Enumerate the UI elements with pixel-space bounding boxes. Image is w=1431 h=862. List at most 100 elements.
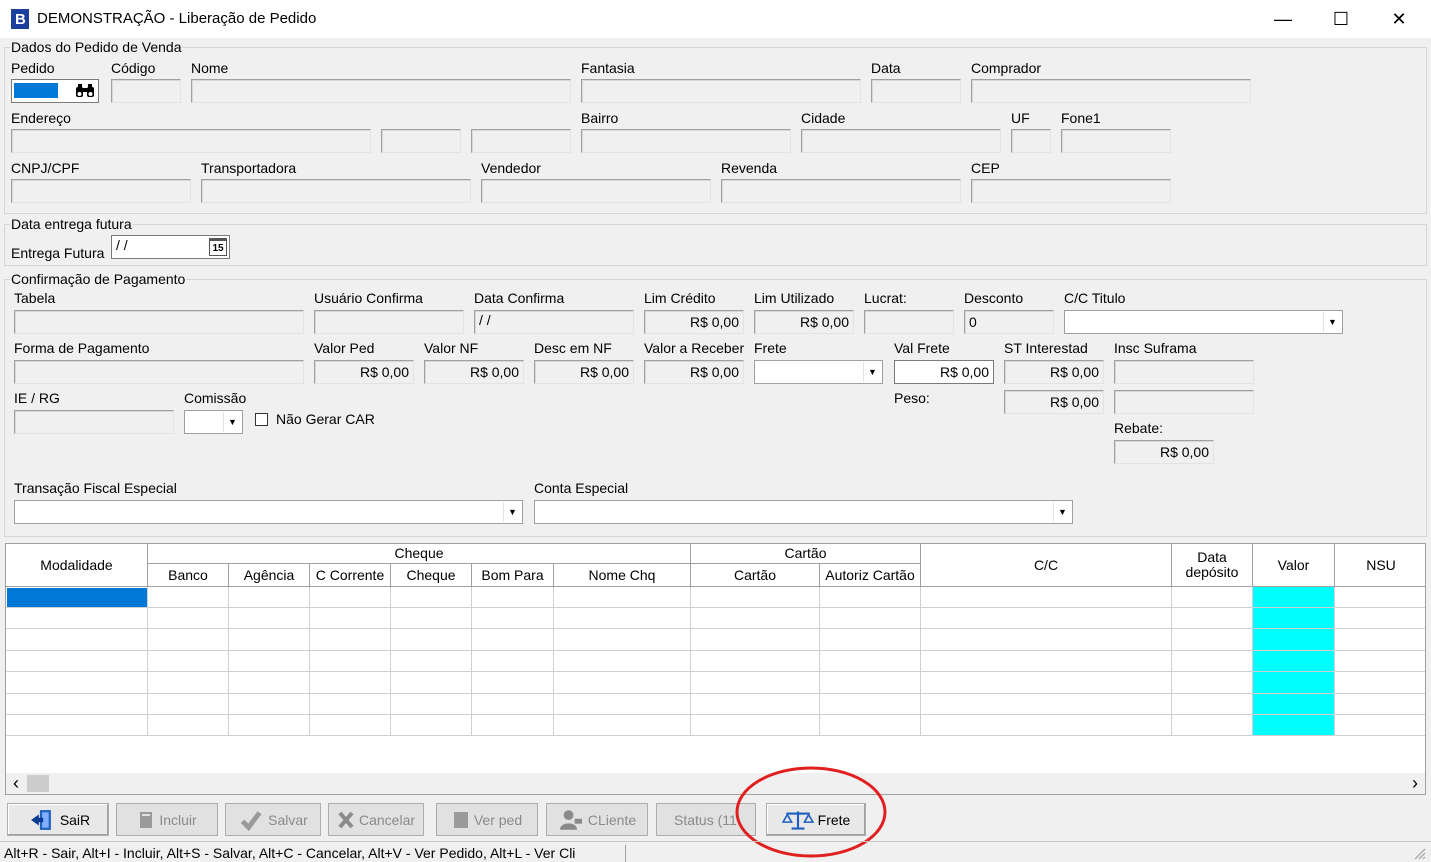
col-nsu[interactable]: NSU xyxy=(1335,544,1425,587)
fantasia-field[interactable] xyxy=(581,79,861,103)
conta-especial-label: Conta Especial xyxy=(534,480,629,496)
incluir-button[interactable]: Incluir xyxy=(116,803,218,836)
usuario-confirma-label: Usuário Confirma xyxy=(314,290,423,306)
sair-label: SaiR xyxy=(59,811,91,828)
maximize-button[interactable]: ☐ xyxy=(1312,0,1370,38)
desc-nf-label: Desc em NF xyxy=(534,340,612,356)
frete-button[interactable]: Frete xyxy=(766,803,866,836)
codigo-field[interactable] xyxy=(111,79,181,103)
pedido-field[interactable] xyxy=(11,79,99,103)
cc-titulo-label: C/C Titulo xyxy=(1064,290,1126,306)
chevron-down-icon[interactable]: ▼ xyxy=(223,412,241,432)
lim-credito-field[interactable]: R$ 0,00 xyxy=(644,310,744,334)
sair-button[interactable]: SaiR xyxy=(7,803,109,836)
cnpj-label: CNPJ/CPF xyxy=(11,160,80,176)
revenda-field[interactable] xyxy=(721,179,961,203)
chevron-down-icon[interactable]: ▼ xyxy=(503,502,521,522)
scroll-right-icon[interactable]: › xyxy=(1407,773,1423,794)
col-cc[interactable]: C/C xyxy=(921,544,1172,587)
valor-receber-field[interactable]: R$ 0,00 xyxy=(644,360,744,384)
new-document-icon xyxy=(140,811,153,828)
status-button[interactable]: Status (11 xyxy=(656,803,756,836)
selected-cell[interactable] xyxy=(7,588,147,607)
col-nome-chq[interactable]: Nome Chq xyxy=(554,564,691,587)
grid-col-line xyxy=(471,587,472,736)
peso-field[interactable]: R$ 0,00 xyxy=(1004,390,1104,414)
transportadora-field[interactable] xyxy=(201,179,471,203)
grid-col-line xyxy=(390,587,391,736)
lim-utilizado-label: Lim Utilizado xyxy=(754,290,835,306)
transacao-select[interactable]: ▼ xyxy=(14,500,523,524)
nome-field[interactable] xyxy=(191,79,571,103)
fone1-label: Fone1 xyxy=(1061,110,1101,126)
entrega-futura-field[interactable]: / / 15 xyxy=(111,235,230,259)
ie-rg-field[interactable] xyxy=(14,410,174,434)
scroll-thumb[interactable] xyxy=(27,775,49,792)
chevron-down-icon[interactable]: ▼ xyxy=(1323,312,1341,332)
scale-balance-icon xyxy=(781,810,814,830)
desc-nf-field[interactable]: R$ 0,00 xyxy=(534,360,634,384)
transacao-label: Transação Fiscal Especial xyxy=(14,480,177,496)
endereco-numero-field[interactable] xyxy=(381,129,461,153)
conta-especial-select[interactable]: ▼ xyxy=(534,500,1073,524)
uf-field[interactable] xyxy=(1011,129,1051,153)
chevron-down-icon[interactable]: ▼ xyxy=(1053,502,1071,522)
col-bom-para[interactable]: Bom Para xyxy=(472,564,554,587)
cidade-field[interactable] xyxy=(801,129,1001,153)
scroll-left-icon[interactable]: ‹ xyxy=(8,773,24,794)
val-frete-field[interactable]: R$ 0,00 xyxy=(894,360,994,384)
binoculars-icon[interactable] xyxy=(75,83,95,99)
entrega-group-title: Data entrega futura xyxy=(10,216,133,232)
horizontal-scrollbar[interactable]: ‹ › xyxy=(6,773,1425,794)
valor-ped-field[interactable]: R$ 0,00 xyxy=(314,360,414,384)
rebate-field[interactable]: R$ 0,00 xyxy=(1114,440,1214,464)
lim-utilizado-field[interactable]: R$ 0,00 xyxy=(754,310,854,334)
cep-field[interactable] xyxy=(971,179,1171,203)
bairro-field[interactable] xyxy=(581,129,791,153)
col-c-corrente[interactable]: C Corrente xyxy=(310,564,391,587)
col-modalidade[interactable]: Modalidade xyxy=(6,544,148,587)
tabela-field[interactable] xyxy=(14,310,304,334)
revenda-label: Revenda xyxy=(721,160,778,176)
cnpj-field[interactable] xyxy=(11,179,191,203)
cc-titulo-select[interactable]: ▼ xyxy=(1064,310,1343,334)
endereco-complemento-field[interactable] xyxy=(471,129,571,153)
forma-pagamento-field[interactable] xyxy=(14,360,304,384)
cancelar-button[interactable]: Cancelar xyxy=(328,803,424,836)
vendedor-field[interactable] xyxy=(481,179,711,203)
payment-grid[interactable]: Modalidade Cheque Banco Agência C Corren… xyxy=(5,543,1426,795)
fone1-field[interactable] xyxy=(1061,129,1171,153)
col-banco[interactable]: Banco xyxy=(148,564,229,587)
endereco-field[interactable] xyxy=(11,129,371,153)
resize-grip-icon[interactable] xyxy=(1412,846,1426,860)
calendar-icon[interactable]: 15 xyxy=(209,238,227,256)
data-field[interactable] xyxy=(871,79,961,103)
chevron-down-icon[interactable]: ▼ xyxy=(863,362,881,382)
usuario-confirma-field[interactable] xyxy=(314,310,464,334)
salvar-button[interactable]: Salvar xyxy=(225,803,321,836)
comprador-field[interactable] xyxy=(971,79,1251,103)
comissao-select[interactable]: ▼ xyxy=(184,410,243,434)
col-agencia[interactable]: Agência xyxy=(229,564,310,587)
col-data-deposito[interactable]: Data depósito xyxy=(1172,544,1253,587)
ver-ped-button[interactable]: Ver ped xyxy=(436,803,538,836)
col-valor[interactable]: Valor xyxy=(1253,544,1335,587)
insc-suframa-2-field[interactable] xyxy=(1114,390,1254,414)
nao-gerar-car-checkbox[interactable] xyxy=(255,413,268,426)
close-button[interactable]: ✕ xyxy=(1370,0,1428,38)
cliente-button[interactable]: CLiente xyxy=(546,803,648,836)
frete-select[interactable]: ▼ xyxy=(754,360,883,384)
minimize-button[interactable]: — xyxy=(1254,0,1312,38)
col-cartao[interactable]: Cartão xyxy=(691,564,820,587)
exit-door-icon xyxy=(30,809,51,830)
lucrat-field[interactable] xyxy=(864,310,954,334)
group-header-cartao: Cartão xyxy=(691,544,921,564)
col-autoriz-cartao[interactable]: Autoriz Cartão xyxy=(820,564,921,587)
desconto-field[interactable]: 0 xyxy=(964,310,1054,334)
st-interestad-field[interactable]: R$ 0,00 xyxy=(1004,360,1104,384)
grid-row-line xyxy=(6,671,1425,672)
valor-nf-field[interactable]: R$ 0,00 xyxy=(424,360,524,384)
insc-suframa-field[interactable] xyxy=(1114,360,1254,384)
data-confirma-field[interactable]: / / xyxy=(474,310,634,334)
col-cheque[interactable]: Cheque xyxy=(391,564,472,587)
